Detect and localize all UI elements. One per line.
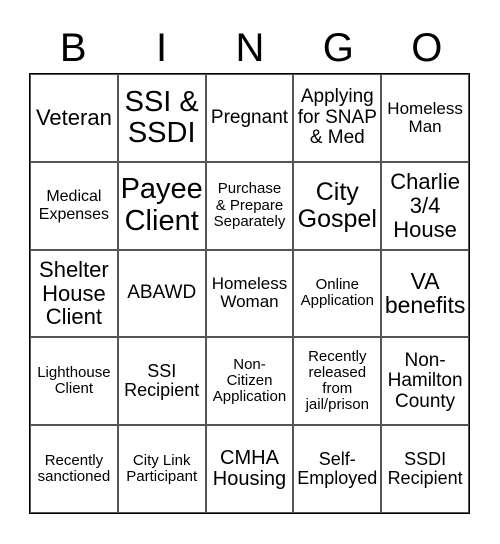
- bingo-cell[interactable]: SSI Recipient: [117, 337, 206, 426]
- bingo-cell[interactable]: Charlie 3/4 House: [381, 161, 469, 250]
- header-letter-i: I: [156, 26, 168, 70]
- bingo-cell[interactable]: Shelter House Client: [30, 249, 118, 338]
- bingo-cell[interactable]: Recently released from jail/prison: [293, 337, 382, 426]
- header-letter-g: G: [322, 26, 354, 70]
- bingo-cell[interactable]: Self- Employed: [293, 425, 382, 513]
- bingo-cell[interactable]: Homeless Man: [381, 74, 469, 162]
- bingo-cell[interactable]: Medical Expenses: [30, 161, 118, 250]
- bingo-cell[interactable]: Non- Hamilton County: [381, 337, 469, 426]
- bingo-cell[interactable]: Applying for SNAP & Med: [293, 74, 382, 162]
- bingo-cell[interactable]: VA benefits: [381, 249, 469, 338]
- bingo-cell[interactable]: Payee Client: [117, 161, 206, 250]
- bingo-cell[interactable]: Veteran: [30, 74, 118, 162]
- bingo-cell[interactable]: Lighthouse Client: [30, 337, 118, 426]
- bingo-cell[interactable]: Homeless Woman: [205, 249, 294, 338]
- bingo-cell[interactable]: SSDI Recipient: [381, 425, 469, 513]
- bingo-header: B I N G O: [29, 24, 471, 72]
- header-letter-b: B: [59, 26, 87, 70]
- bingo-cell[interactable]: CMHA Housing: [205, 425, 294, 513]
- bingo-cell[interactable]: Purchase & Prepare Separately: [205, 161, 294, 250]
- bingo-cell[interactable]: Recently sanctioned: [30, 425, 118, 513]
- bingo-grid: Veteran SSI & SSDI Pregnant Applying for SN…: [29, 73, 470, 514]
- bingo-cell[interactable]: Online Application: [293, 249, 382, 338]
- bingo-cell[interactable]: Non- Citizen Application: [205, 337, 294, 426]
- bingo-cell[interactable]: ABAWD: [117, 249, 206, 338]
- bingo-cell[interactable]: City Link Participant: [117, 425, 206, 513]
- bingo-cell[interactable]: SSI & SSDI: [117, 74, 206, 162]
- bingo-cell[interactable]: Pregnant: [205, 74, 294, 162]
- header-letter-o: O: [411, 26, 443, 70]
- header-letter-n: N: [235, 26, 265, 70]
- bingo-cell[interactable]: City Gospel: [293, 161, 382, 250]
